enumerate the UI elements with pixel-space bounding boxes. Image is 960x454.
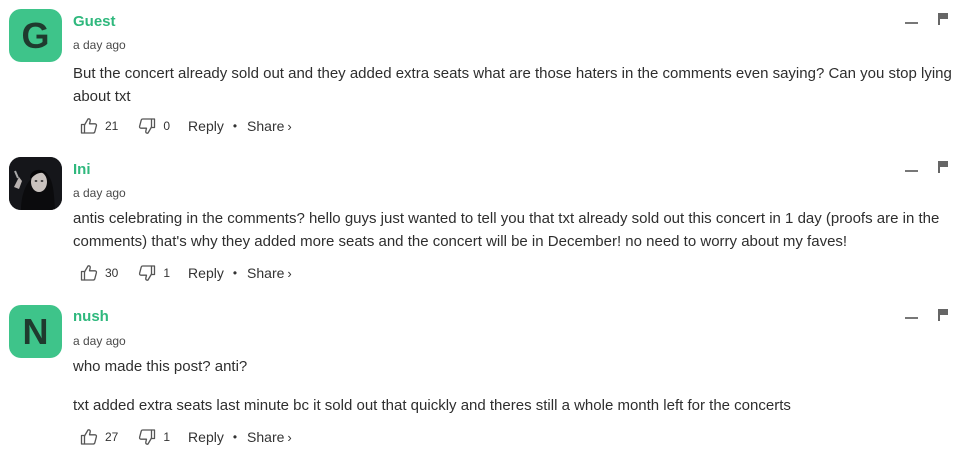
like-count: 30: [105, 266, 119, 280]
thumbs-down-icon[interactable]: [138, 117, 156, 135]
avatar[interactable]: N: [9, 305, 62, 358]
reply-button[interactable]: Reply: [188, 429, 224, 445]
comment-timestamp: a day ago: [73, 186, 126, 200]
comment-text: who made this post? anti?: [73, 358, 248, 375]
reply-button[interactable]: Reply: [188, 118, 224, 134]
separator-dot: •: [232, 119, 238, 133]
chevron-right-icon: ›: [287, 118, 292, 134]
flag-icon[interactable]: [937, 12, 949, 26]
comment-actions: 27 1 Reply • Share ›: [80, 427, 292, 447]
like-count: 21: [105, 119, 119, 133]
thumbs-down-icon[interactable]: [138, 428, 156, 446]
share-button[interactable]: Share: [247, 118, 284, 134]
thumbs-down-icon[interactable]: [138, 264, 156, 282]
reply-button[interactable]: Reply: [188, 265, 224, 281]
minimize-icon[interactable]: [905, 22, 918, 24]
comment-timestamp: a day ago: [73, 334, 126, 348]
separator-dot: •: [232, 430, 238, 444]
like-count: 27: [105, 430, 119, 444]
flag-icon[interactable]: [937, 160, 949, 174]
username[interactable]: Ini: [73, 161, 91, 178]
flag-icon[interactable]: [937, 308, 949, 322]
comment-timestamp: a day ago: [73, 38, 126, 52]
chevron-right-icon: ›: [287, 429, 292, 445]
username[interactable]: nush: [73, 308, 109, 325]
avatar[interactable]: G: [9, 9, 62, 62]
dislike-count: 0: [163, 119, 171, 133]
comment-text: But the concert already sold out and the…: [73, 65, 952, 105]
comment-actions: 21 0 Reply • Share ›: [80, 116, 292, 136]
thumbs-up-icon[interactable]: [80, 264, 98, 282]
thumbs-up-icon[interactable]: [80, 117, 98, 135]
share-button[interactable]: Share: [247, 429, 284, 445]
chevron-right-icon: ›: [287, 265, 292, 281]
minimize-icon[interactable]: [905, 170, 918, 172]
dislike-count: 1: [163, 266, 171, 280]
avatar[interactable]: [9, 157, 62, 210]
dislike-count: 1: [163, 430, 171, 444]
share-button[interactable]: Share: [247, 265, 284, 281]
comment-text: txt added extra seats last minute bc it …: [73, 397, 791, 414]
separator-dot: •: [232, 266, 238, 280]
minimize-icon[interactable]: [905, 317, 918, 319]
username[interactable]: Guest: [73, 13, 116, 30]
thumbs-up-icon[interactable]: [80, 428, 98, 446]
comment-actions: 30 1 Reply • Share ›: [80, 263, 292, 283]
comment-text: antis celebrating in the comments? hello…: [73, 210, 940, 250]
